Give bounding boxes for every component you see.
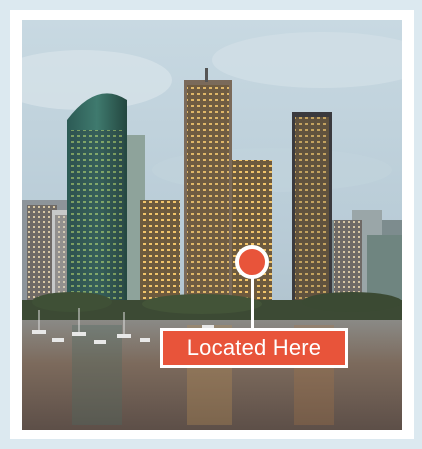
city-skyline-photo xyxy=(22,20,402,430)
location-pin-icon xyxy=(235,245,269,279)
pin-connector-line xyxy=(251,278,254,328)
location-label: Located Here xyxy=(160,328,348,368)
photo-frame: Located Here xyxy=(10,10,414,439)
